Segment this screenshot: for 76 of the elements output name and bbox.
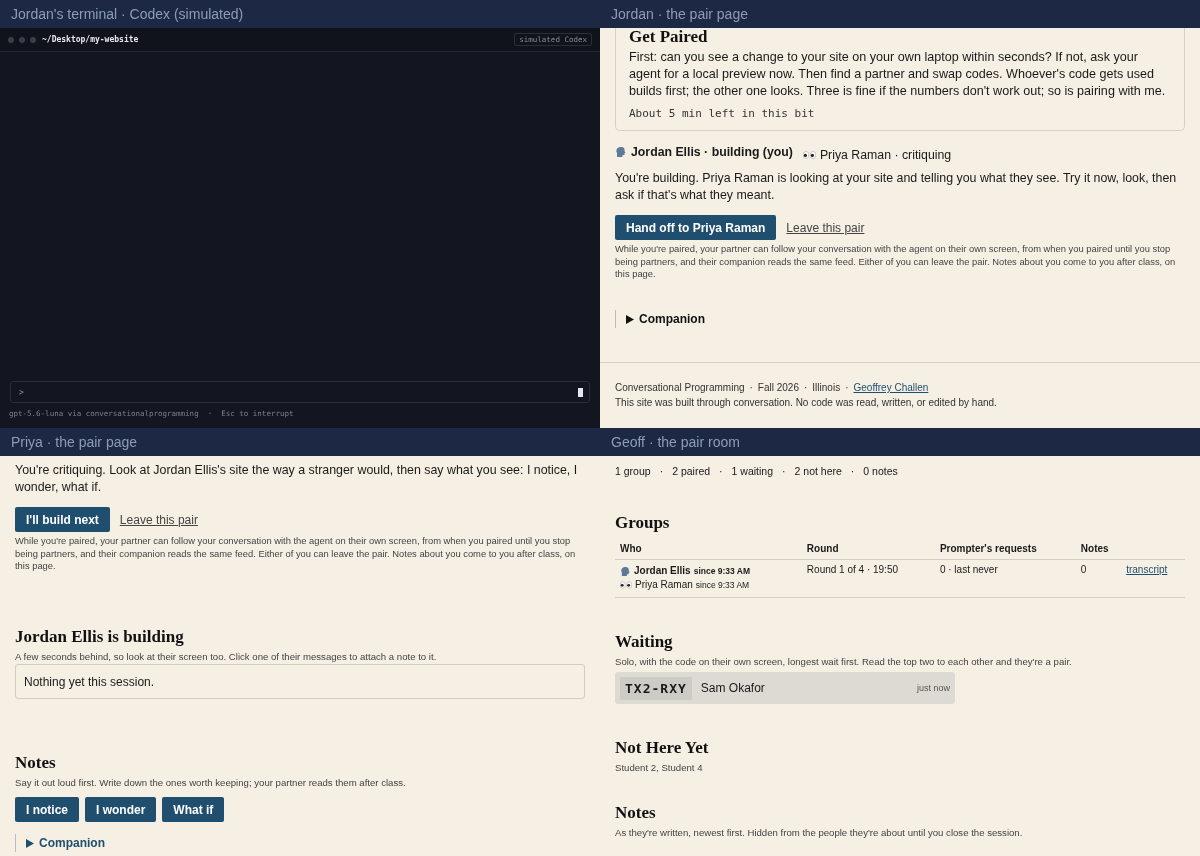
pane-title: Priya · the pair page bbox=[11, 434, 138, 450]
speaking-head-icon bbox=[620, 565, 631, 577]
member-since: since 9:33 AM bbox=[693, 565, 751, 578]
separator-dot: · bbox=[782, 465, 786, 477]
stat-text: 2 not here bbox=[794, 465, 842, 477]
time-left: About 5 min left in this bit bbox=[629, 107, 816, 120]
member-since: since 9:33 AM bbox=[695, 579, 750, 592]
section-heading: Notes bbox=[15, 753, 57, 774]
column-header: Notes bbox=[1080, 543, 1109, 554]
pane-title: Jordan's terminal · Codex (simulated) bbox=[11, 6, 244, 22]
section-heading: Not Here Yet bbox=[615, 738, 710, 758]
text-cursor bbox=[578, 387, 583, 397]
note-button[interactable]: I notice bbox=[15, 797, 79, 823]
stat-text: 2 paired bbox=[672, 465, 711, 477]
caret-icon bbox=[626, 314, 634, 324]
caret-icon bbox=[26, 838, 34, 848]
window-dots-icon bbox=[8, 36, 36, 43]
companion-toggle[interactable]: Companion bbox=[16, 834, 115, 853]
terminal-path: ~/Desktop/my-website bbox=[42, 35, 139, 44]
build-next-button[interactable]: I'll build next bbox=[15, 507, 110, 532]
separator-dot: · bbox=[659, 465, 664, 477]
separator-dot: · bbox=[845, 382, 849, 394]
separator-dot: · bbox=[804, 382, 808, 394]
separator-dot: · bbox=[719, 465, 723, 477]
author-link[interactable]: Geoffrey Challen bbox=[853, 382, 929, 394]
leave-pair-link[interactable]: Leave this pair bbox=[119, 512, 198, 527]
stat-text: 1 waiting bbox=[731, 465, 774, 477]
table-cell: Round 1 of 4 · 19:50 bbox=[806, 564, 899, 575]
pair-code: TX2-RXY bbox=[620, 676, 692, 700]
column-header: Who bbox=[620, 543, 642, 554]
section-description: Say it out loud first. Write down the ones worth keeping; your partner reads them after class. bbox=[15, 777, 407, 789]
credit-text: Conversational Programming bbox=[615, 382, 745, 394]
prompt-field[interactable]: > bbox=[10, 381, 590, 403]
eyes-icon bbox=[620, 581, 632, 589]
table-cell: 0 · last never bbox=[939, 564, 998, 575]
section-heading: Groups bbox=[615, 513, 671, 533]
privacy-note: While you're paired, your partner can follow your conversation with the agent on their own screen, from when you paired until you stop being partners, and their companion reads the same feed. Either of you can leave the pair. Notes about you come to you after class, on this page. bbox=[15, 535, 577, 574]
role-text: You're critiquing. Look at Jordan Ellis's site the way a stranger would, then say what you see: I notice, I wonder, what if. bbox=[15, 462, 579, 496]
separator-dot: · bbox=[749, 382, 753, 394]
absent-list: Student 2, Student 4 bbox=[615, 762, 1185, 773]
section-heading: Notes bbox=[615, 803, 657, 823]
empty-message: Nothing yet this session. bbox=[24, 674, 155, 689]
pane-title: Geoff · the pair room bbox=[611, 434, 740, 450]
hand-off-button[interactable]: Hand off to Priya Raman bbox=[615, 215, 777, 240]
pane-title: Jordan · the pair page bbox=[611, 6, 748, 22]
wait-time: just now bbox=[916, 683, 950, 693]
column-header: Prompter's requests bbox=[939, 543, 1037, 554]
card-text: First: can you see a change to your site on your own laptop within seconds? If not, ask your agent for a local preview now. Then find a partner and swap codes. Whoever's code gets used builds first; the other one looks. Three is fine if the numbers don't work out; so is pairing with me. bbox=[629, 49, 1167, 100]
eyes-icon bbox=[802, 151, 816, 159]
privacy-note: While you're paired, your partner can follow your conversation with the agent on their own screen, from when you paired until you stop being partners, and their companion reads the same feed. Either of you can leave the pair. Notes about you come to you after class, on this page. bbox=[615, 243, 1177, 282]
section-description: As they're written, newest first. Hidden from the people they're about until you close the session. bbox=[615, 827, 1024, 838]
stat-text: 1 group bbox=[615, 465, 651, 477]
section-description: A few seconds behind, so look at their screen too. Click one of their messages to attach a note to it. bbox=[15, 651, 438, 663]
student-name: Sam Okafor bbox=[700, 681, 765, 695]
role-text: You're building. Priya Raman is looking at your site and telling you what they see. Try it now, look, then ask if that's what they meant. bbox=[615, 170, 1178, 204]
note-button[interactable]: I wonder bbox=[85, 797, 157, 823]
section-heading: Jordan Ellis is building bbox=[15, 627, 185, 648]
note-button[interactable]: What if bbox=[162, 797, 225, 823]
section-heading: Waiting bbox=[615, 632, 674, 652]
member-name: Jordan Ellis bbox=[634, 564, 691, 578]
role-label: Jordan Ellis · building (you) bbox=[631, 145, 793, 159]
column-header: Round bbox=[806, 543, 839, 554]
stat-text: 0 notes bbox=[863, 465, 898, 477]
credit-text: Fall 2026 bbox=[757, 382, 799, 394]
leave-pair-link[interactable]: Leave this pair bbox=[786, 220, 865, 235]
role-label: Priya Raman · critiquing bbox=[819, 148, 952, 162]
speaking-head-icon bbox=[615, 146, 627, 158]
transcript-link[interactable]: transcript bbox=[1126, 564, 1168, 575]
credit-text: Illinois bbox=[812, 382, 841, 394]
site-note: This site was built through conversation. No code was read, written, or edited by hand. bbox=[615, 397, 998, 409]
section-description: Solo, with the code on their own screen, longest wait first. Read the top two to each other and they're a pair. bbox=[615, 656, 1073, 667]
table-cell: 0 bbox=[1080, 564, 1087, 575]
card-heading: Get Paired bbox=[629, 28, 709, 46]
companion-toggle[interactable]: Companion bbox=[616, 310, 715, 329]
member-name: Priya Raman bbox=[635, 578, 693, 592]
separator-dot: · bbox=[850, 465, 855, 477]
